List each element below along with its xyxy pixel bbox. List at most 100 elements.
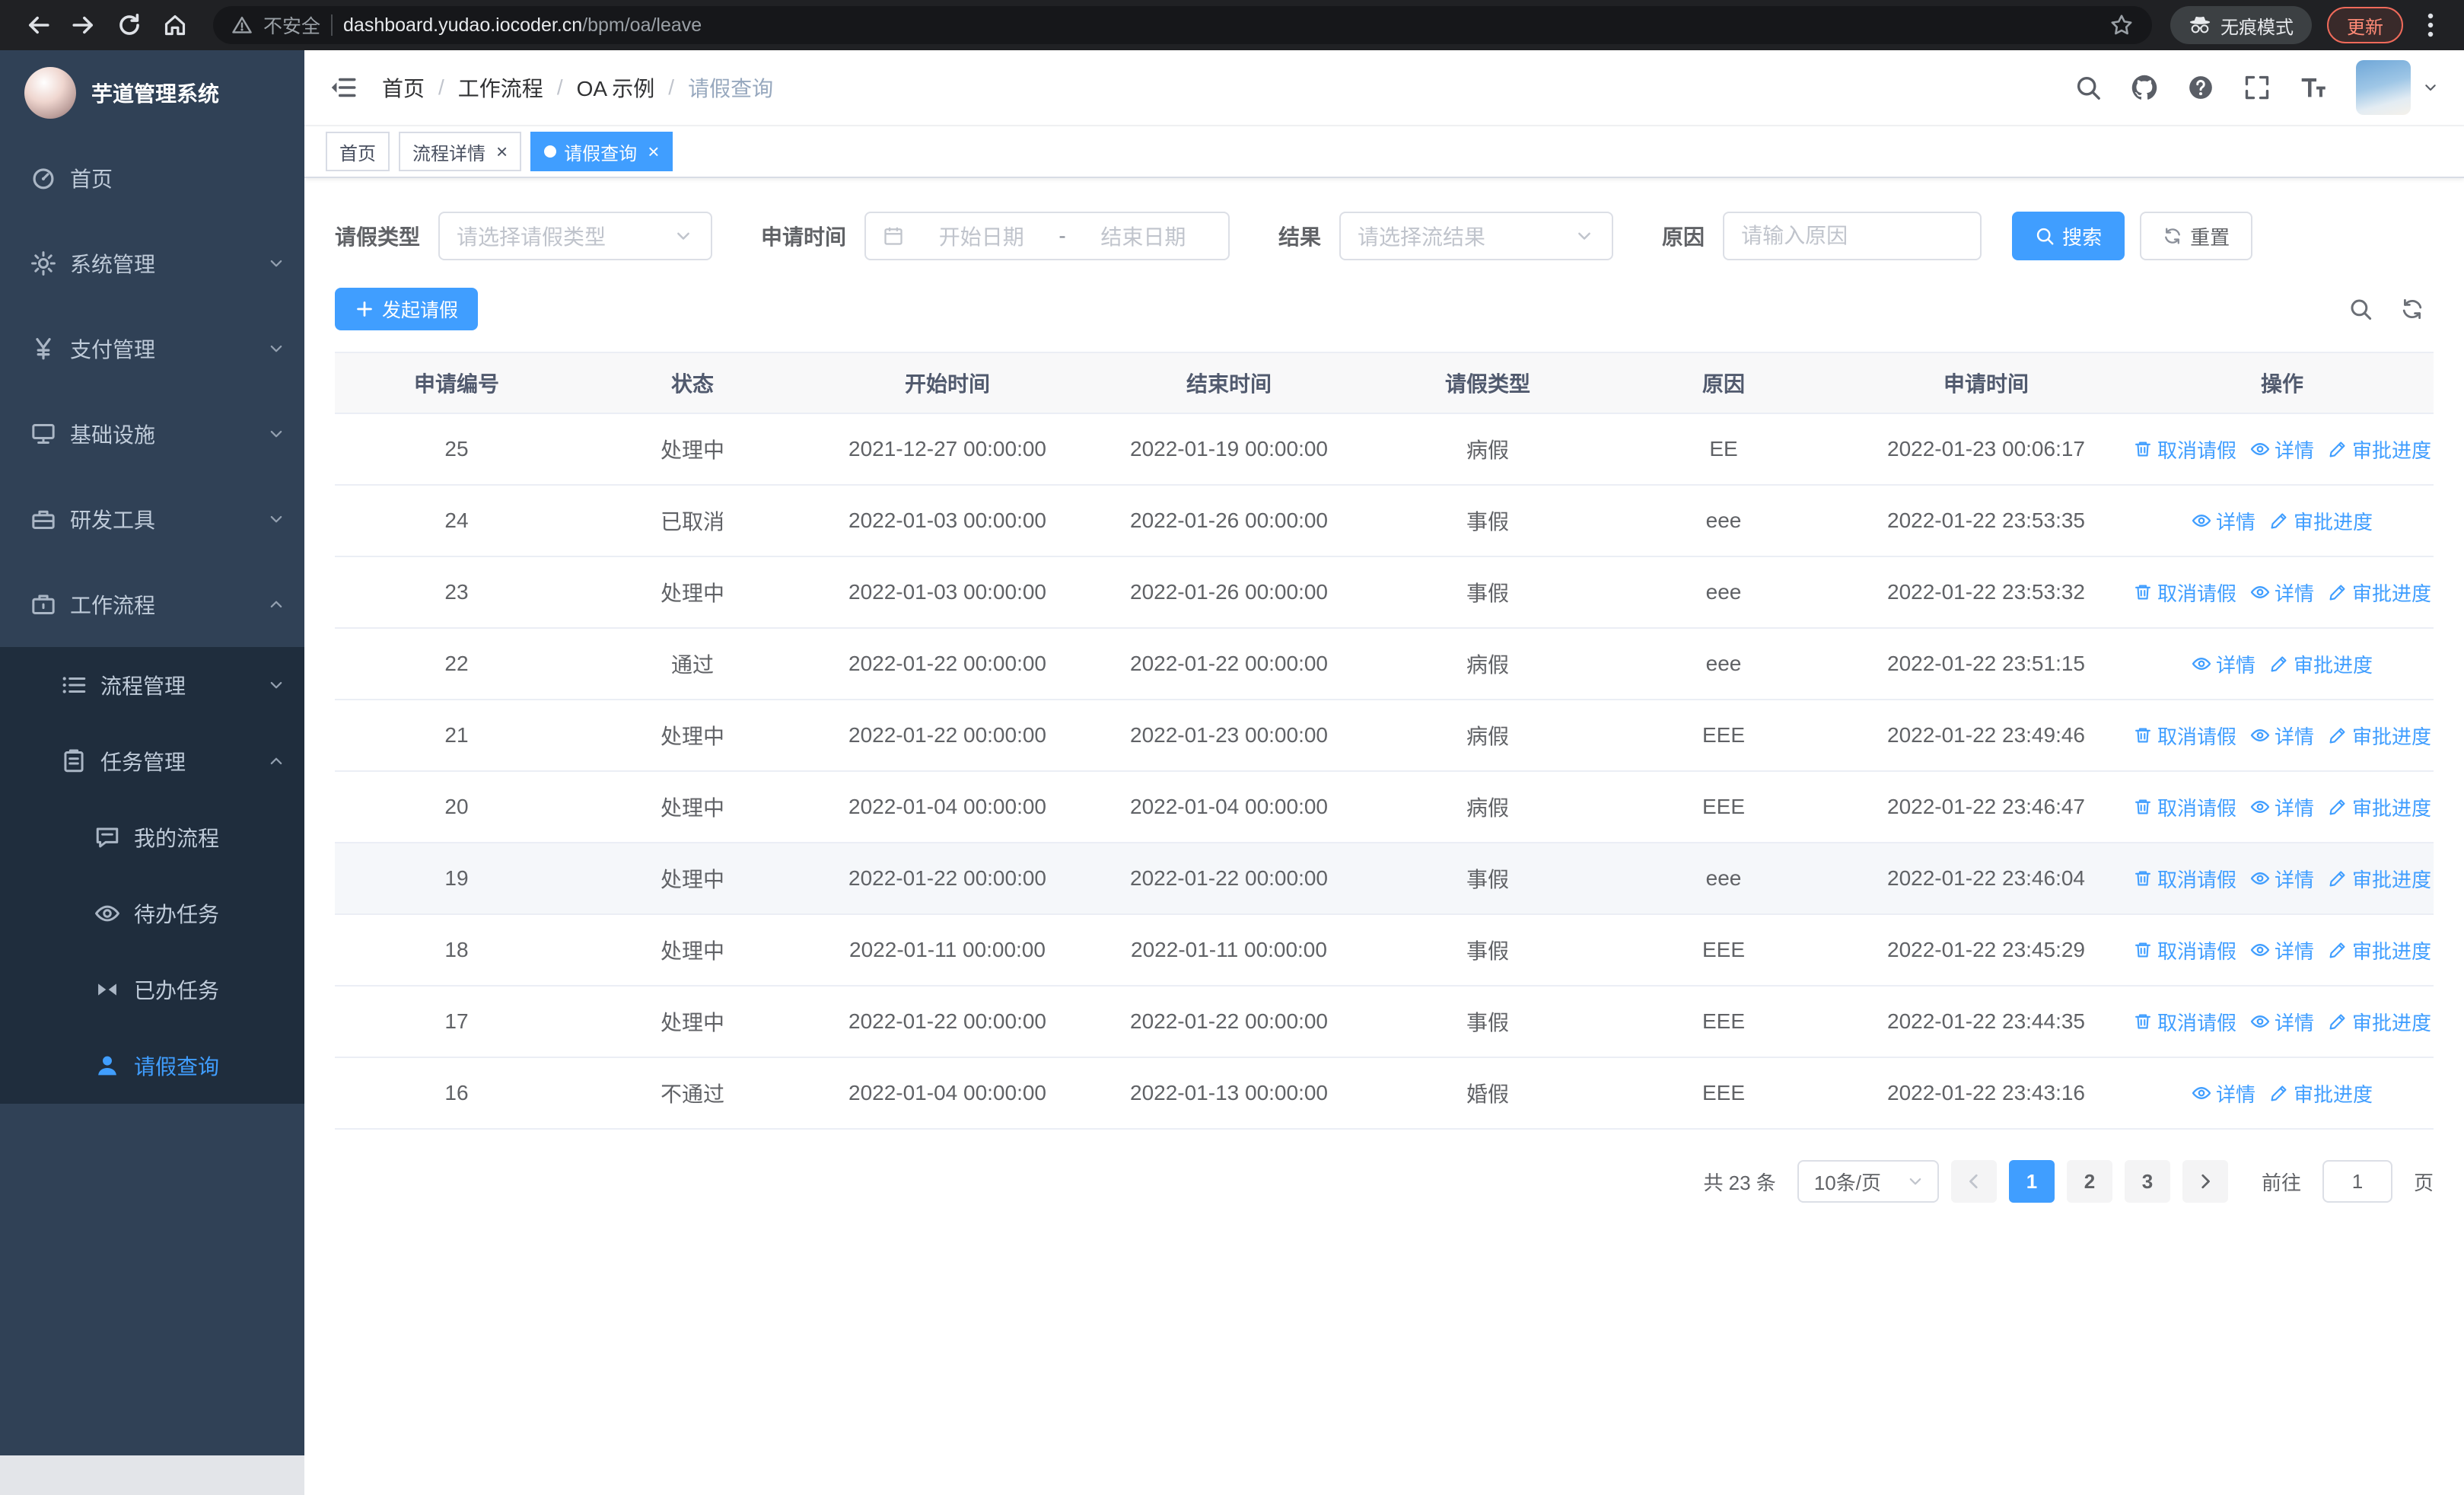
table-row[interactable]: 21 处理中 2022-01-22 00:00:00 2022-01-23 00:00… <box>335 700 2434 772</box>
page-button-2[interactable]: 2 <box>2066 1160 2112 1203</box>
progress-link[interactable]: 审批进度 <box>2328 579 2431 607</box>
goto-page-input[interactable] <box>2322 1160 2392 1203</box>
prev-page-button[interactable] <box>1950 1160 1997 1203</box>
progress-link[interactable]: 审批进度 <box>2328 435 2431 464</box>
sidebar-item-payment[interactable]: 支付管理 <box>0 306 304 391</box>
url-text[interactable]: dashboard.yudao.iocoder.cn/bpm/oa/leave <box>343 14 2099 37</box>
sidebar-item-infrastructure[interactable]: 基础设施 <box>0 391 304 477</box>
reset-button[interactable]: 重置 <box>2140 212 2253 260</box>
browser-home-icon[interactable] <box>155 5 195 45</box>
sidebar-item-my-process[interactable]: 我的流程 <box>0 799 304 875</box>
sidebar-item-system[interactable]: 系统管理 <box>0 221 304 306</box>
progress-link-label: 审批进度 <box>2352 725 2432 748</box>
detail-link[interactable]: 详情 <box>2192 507 2255 535</box>
tab-close-icon[interactable]: × <box>496 142 508 161</box>
help-icon[interactable] <box>2187 74 2214 101</box>
user-caret-down-icon[interactable] <box>2421 78 2440 97</box>
detail-link[interactable]: 详情 <box>2192 650 2255 678</box>
app-logo[interactable]: 芋道管理系统 <box>0 50 304 135</box>
fullscreen-icon[interactable] <box>2243 74 2271 101</box>
table-row[interactable]: 22 通过 2022-01-22 00:00:00 2022-01-22 00:00:… <box>335 629 2434 700</box>
progress-link[interactable]: 审批进度 <box>2328 1008 2431 1036</box>
cancel-leave-link[interactable]: 取消请假 <box>2133 936 2236 964</box>
refresh-icon[interactable] <box>2400 297 2424 321</box>
table-row[interactable]: 24 已取消 2022-01-03 00:00:00 2022-01-26 00:00… <box>335 486 2434 557</box>
cancel-leave-link[interactable]: 取消请假 <box>2133 793 2236 821</box>
progress-link[interactable]: 审批进度 <box>2269 507 2373 535</box>
sidebar-item-devtools[interactable]: 研发工具 <box>0 477 304 562</box>
update-button[interactable]: 更新 <box>2327 7 2403 43</box>
github-icon[interactable] <box>2131 74 2158 101</box>
page-size-select[interactable]: 10条/页 <box>1797 1160 1939 1203</box>
tab-home[interactable]: 首页 <box>326 132 390 171</box>
detail-link[interactable]: 详情 <box>2250 936 2314 964</box>
security-warning-icon[interactable] <box>231 14 253 36</box>
sidebar-item-todo-tasks[interactable]: 待办任务 <box>0 875 304 952</box>
sidebar-item-label: 流程管理 <box>100 674 186 698</box>
breadcrumb-item[interactable]: 首页 <box>382 72 425 103</box>
sidebar-item-label: 工作流程 <box>70 594 156 617</box>
sidebar-item-leave-query[interactable]: 请假查询 <box>0 1028 304 1104</box>
table-row[interactable]: 19 处理中 2022-01-22 00:00:00 2022-01-22 00:00… <box>335 843 2434 915</box>
reason-input[interactable] <box>1723 212 1982 260</box>
progress-link[interactable]: 审批进度 <box>2269 1079 2373 1108</box>
detail-link[interactable]: 详情 <box>2192 1079 2255 1108</box>
table-row[interactable]: 16 不通过 2022-01-04 00:00:00 2022-01-13 00:00… <box>335 1058 2434 1130</box>
result-select[interactable]: 请选择流结果 <box>1339 212 1614 260</box>
kebab-menu-icon[interactable] <box>2415 10 2446 40</box>
detail-link[interactable]: 详情 <box>2250 722 2314 750</box>
sidebar-item-home[interactable]: 首页 <box>0 135 304 221</box>
cancel-leave-link[interactable]: 取消请假 <box>2133 722 2236 750</box>
cancel-leave-link[interactable]: 取消请假 <box>2133 579 2236 607</box>
progress-link[interactable]: 审批进度 <box>2328 722 2431 750</box>
sidebar-item-done-tasks[interactable]: 已办任务 <box>0 952 304 1028</box>
font-size-icon[interactable] <box>2300 74 2327 101</box>
progress-link[interactable]: 审批进度 <box>2328 936 2431 964</box>
tab-leave-query[interactable]: 请假查询 × <box>530 132 673 171</box>
detail-link[interactable]: 详情 <box>2250 579 2314 607</box>
browser-reload-icon[interactable] <box>110 5 149 45</box>
detail-link[interactable]: 详情 <box>2250 865 2314 893</box>
next-page-button[interactable] <box>2182 1160 2228 1203</box>
search-icon[interactable] <box>2074 74 2102 101</box>
tools-icon <box>30 506 56 532</box>
cell-end: 2022-01-22 00:00:00 <box>1130 866 1328 890</box>
security-label[interactable]: 不安全 <box>263 11 320 39</box>
breadcrumb-item[interactable]: OA 示例 <box>577 72 655 103</box>
breadcrumb-item[interactable]: 工作流程 <box>458 72 543 103</box>
tab-process-detail[interactable]: 流程详情 × <box>399 132 522 171</box>
create-leave-button[interactable]: 发起请假 <box>335 288 479 330</box>
cancel-leave-link[interactable]: 取消请假 <box>2133 1008 2236 1036</box>
table-row[interactable]: 17 处理中 2022-01-22 00:00:00 2022-01-22 00:00… <box>335 987 2434 1058</box>
user-avatar[interactable] <box>2356 60 2411 115</box>
table-row[interactable]: 25 处理中 2021-12-27 00:00:00 2022-01-19 00:00… <box>335 414 2434 486</box>
tab-label: 请假查询 <box>564 143 638 164</box>
sidebar-item-workflow[interactable]: 工作流程 <box>0 562 304 647</box>
sidebar-item-task-management[interactable]: 任务管理 <box>0 723 304 799</box>
browser-back-icon[interactable] <box>18 5 58 45</box>
detail-link[interactable]: 详情 <box>2250 1008 2314 1036</box>
tab-close-icon[interactable]: × <box>648 142 659 161</box>
cancel-leave-link[interactable]: 取消请假 <box>2133 435 2236 464</box>
address-bar[interactable]: 不安全 dashboard.yudao.iocoder.cn/bpm/oa/le… <box>213 6 2152 44</box>
cancel-leave-link-label: 取消请假 <box>2157 438 2236 462</box>
toggle-search-icon[interactable] <box>2348 297 2373 321</box>
detail-link[interactable]: 详情 <box>2250 435 2314 464</box>
sidebar-item-process-management[interactable]: 流程管理 <box>0 647 304 723</box>
cancel-leave-link[interactable]: 取消请假 <box>2133 865 2236 893</box>
detail-link[interactable]: 详情 <box>2250 793 2314 821</box>
apply-time-range-picker[interactable]: 开始日期 - 结束日期 <box>864 212 1230 260</box>
progress-link[interactable]: 审批进度 <box>2269 650 2373 678</box>
leave-type-select[interactable]: 请选择请假类型 <box>438 212 713 260</box>
table-row[interactable]: 23 处理中 2022-01-03 00:00:00 2022-01-26 00:00… <box>335 557 2434 629</box>
table-row[interactable]: 20 处理中 2022-01-04 00:00:00 2022-01-04 00:00… <box>335 772 2434 843</box>
browser-forward-icon[interactable] <box>64 5 103 45</box>
page-button-1[interactable]: 1 <box>2008 1160 2055 1203</box>
page-button-3[interactable]: 3 <box>2124 1160 2170 1203</box>
search-button[interactable]: 搜索 <box>2012 212 2125 260</box>
table-row[interactable]: 18 处理中 2022-01-11 00:00:00 2022-01-11 00:00… <box>335 915 2434 987</box>
sidebar-fold-icon[interactable] <box>329 73 358 102</box>
progress-link[interactable]: 审批进度 <box>2328 865 2431 893</box>
bookmark-star-icon[interactable] <box>2109 13 2134 37</box>
progress-link[interactable]: 审批进度 <box>2328 793 2431 821</box>
